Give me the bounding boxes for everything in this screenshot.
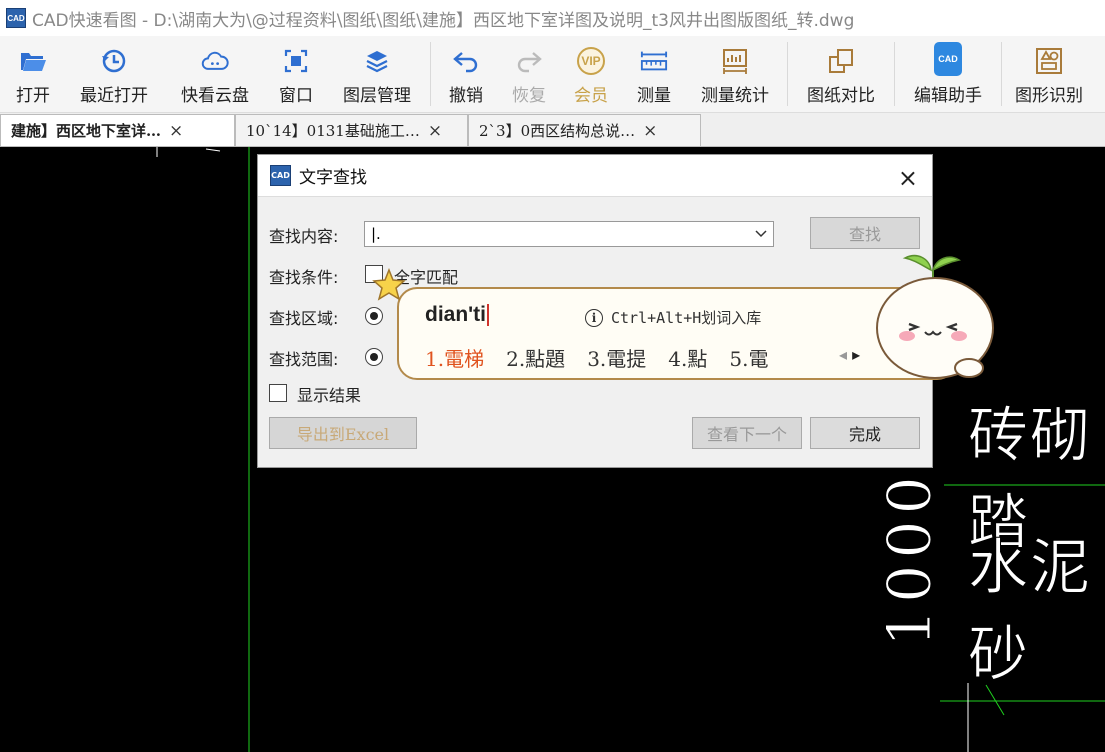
vip-label: 会员 <box>574 86 608 106</box>
redo-icon <box>515 47 543 75</box>
ime-candidate[interactable]: 5.電 <box>729 343 768 372</box>
layer-manager-label: 图层管理 <box>343 86 411 106</box>
find-input-value: |. <box>371 225 381 243</box>
area-radio[interactable] <box>365 307 383 325</box>
shape-recognition-button[interactable]: 图形识别 <box>1002 36 1096 112</box>
ime-candidate[interactable]: 3.電提 <box>587 343 646 372</box>
window-icon <box>282 47 310 75</box>
cloud-icon <box>201 47 229 75</box>
scope-label: 查找范围: <box>269 350 339 369</box>
redo-button[interactable]: 恢复 <box>501 36 557 112</box>
measure-stats-button[interactable]: 测量统计 <box>683 36 787 112</box>
measure-stats-label: 测量统计 <box>701 86 769 106</box>
find-input[interactable]: |. <box>364 221 774 247</box>
undo-button[interactable]: 撤销 <box>431 36 501 112</box>
doc-tab[interactable]: 2`3】0西区结构总说… × <box>468 114 701 146</box>
ime-candidate[interactable]: 1.電梯 <box>425 343 484 372</box>
info-icon: i <box>585 308 603 327</box>
shape-recognition-icon <box>1035 47 1063 75</box>
measure-stats-icon <box>721 47 749 75</box>
open-label: 打开 <box>16 86 50 106</box>
undo-label: 撤销 <box>449 86 483 106</box>
close-tab-icon[interactable]: × <box>643 121 657 141</box>
ime-page-nav: ◂ ▸ <box>839 345 860 364</box>
window-title: CAD快速看图 - D:\湖南大为\@过程资料\图纸\图纸\建施】西区地下室详图… <box>32 10 855 31</box>
doc-tab-label: 建施】西区地下室详… <box>11 122 162 140</box>
doc-tab-label: 10`14】0131基础施工… <box>246 122 420 140</box>
cad-dimension-text: 1000 <box>875 470 946 648</box>
open-button[interactable]: 打开 <box>0 36 66 112</box>
measure-button[interactable]: 测量 <box>625 36 683 112</box>
dialog-title: 文字查找 <box>299 168 367 188</box>
show-results-checkbox[interactable] <box>269 384 287 402</box>
vip-icon: VIP <box>577 47 605 75</box>
doc-tab-active[interactable]: 建施】西区地下室详… × <box>0 114 235 146</box>
done-button[interactable]: 完成 <box>810 417 920 449</box>
recent-open-label: 最近打开 <box>80 86 148 106</box>
title-bar: CAD CAD快速看图 - D:\湖南大为\@过程资料\图纸\图纸\建施】西区地… <box>0 0 1105 36</box>
compare-icon <box>827 47 855 75</box>
cloud-drive-label: 快看云盘 <box>181 86 249 106</box>
cloud-drive-button[interactable]: 快看云盘 <box>162 36 268 112</box>
layer-manager-button[interactable]: 图层管理 <box>324 36 430 112</box>
layers-icon <box>363 47 391 75</box>
ime-candidate-list: 1.電梯 2.點題 3.電提 4.點 5.電 <box>425 343 790 372</box>
area-label: 查找区域: <box>269 309 339 328</box>
edit-assistant-button[interactable]: CAD 编辑助手 <box>895 36 1001 112</box>
vip-button[interactable]: VIP 会员 <box>557 36 625 112</box>
ime-prev-icon[interactable]: ◂ <box>839 345 847 364</box>
scope-radio[interactable] <box>365 348 383 366</box>
main-toolbar: 打开 最近打开 快看云盘 窗口 图层管理 撤销 恢复 VIP 会员 测量 测量统… <box>0 36 1105 113</box>
recent-icon <box>100 47 128 75</box>
dialog-header: CAD 文字查找 × <box>258 155 932 197</box>
shape-recognition-label: 图形识别 <box>1015 86 1083 106</box>
document-tab-bar: 建施】西区地下室详… × 10`14】0131基础施工… × 2`3】0西区结构… <box>0 113 1105 147</box>
find-label: 查找内容: <box>269 227 339 246</box>
doc-tab-label: 2`3】0西区结构总说… <box>479 122 636 140</box>
condition-label: 查找条件: <box>269 268 339 287</box>
folder-open-icon <box>19 47 47 75</box>
ime-candidate[interactable]: 4.點 <box>668 343 707 372</box>
app-window: CAD CAD快速看图 - D:\湖南大为\@过程资料\图纸\图纸\建施】西区地… <box>0 0 1105 752</box>
edit-assistant-label: 编辑助手 <box>914 86 982 106</box>
chevron-down-icon[interactable] <box>755 222 767 254</box>
doc-tab[interactable]: 10`14】0131基础施工… × <box>235 114 468 146</box>
edit-assistant-icon: CAD <box>934 42 962 76</box>
window-label: 窗口 <box>279 86 313 106</box>
compare-button[interactable]: 图纸对比 <box>788 36 894 112</box>
window-button[interactable]: 窗口 <box>268 36 324 112</box>
ime-candidate[interactable]: 2.點題 <box>506 343 565 372</box>
redo-label: 恢复 <box>512 86 546 106</box>
view-next-button[interactable]: 查看下一个 <box>692 417 802 449</box>
app-logo-icon: CAD <box>6 8 26 28</box>
cad-annotation-text: 水泥砂 <box>968 533 1092 691</box>
close-tab-icon[interactable]: × <box>169 121 183 141</box>
ime-next-icon[interactable]: ▸ <box>852 345 860 364</box>
export-excel-button[interactable]: 导出到Excel <box>269 417 417 449</box>
sparkle-icon <box>372 268 406 301</box>
undo-icon <box>452 47 480 75</box>
ime-hint-text: Ctrl+Alt+H划词入库 <box>611 309 762 327</box>
ime-mascot-icon <box>876 254 994 379</box>
show-results-label: 显示结果 <box>297 386 362 405</box>
ruler-icon <box>640 47 668 75</box>
measure-label: 测量 <box>637 86 671 106</box>
compare-label: 图纸对比 <box>807 86 875 106</box>
close-icon[interactable]: × <box>898 164 918 192</box>
ime-pinyin-text: dian'ti <box>425 303 486 326</box>
dialog-logo-icon: CAD <box>270 165 291 186</box>
close-tab-icon[interactable]: × <box>428 121 442 141</box>
recent-open-button[interactable]: 最近打开 <box>66 36 162 112</box>
vip-badge: VIP <box>577 47 605 75</box>
ime-hint: i Ctrl+Alt+H划词入库 <box>585 307 761 328</box>
ime-caret <box>487 304 489 327</box>
edit-assistant-badge: CAD <box>934 42 962 76</box>
ime-composition: dian'ti <box>425 303 489 327</box>
